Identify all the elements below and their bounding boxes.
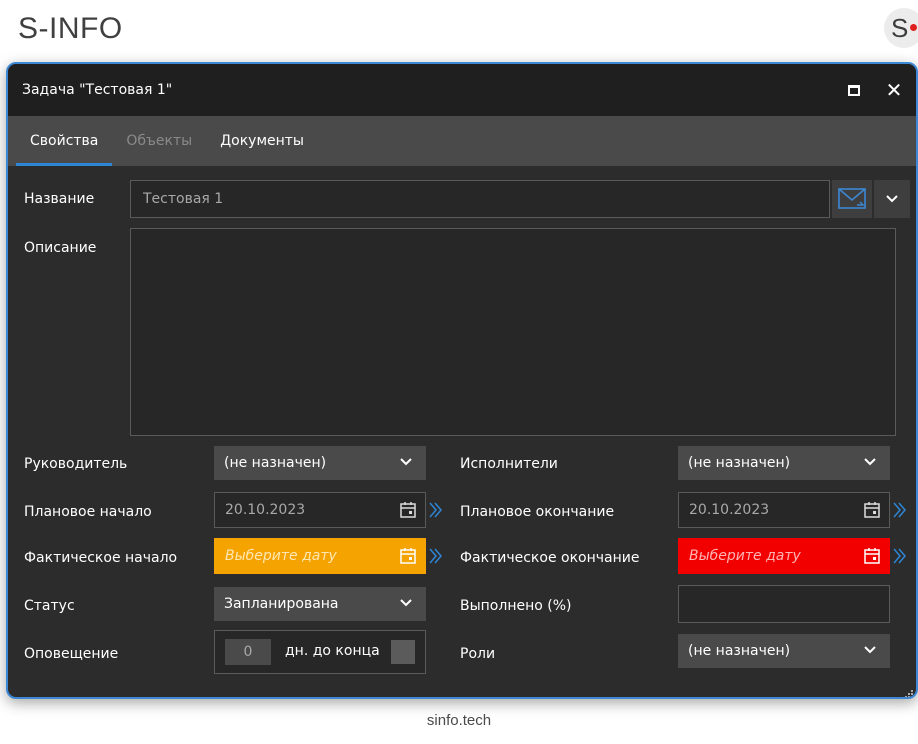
notify-days-input[interactable]: 0 [225,639,271,665]
task-dialog: Задача "Тестовая 1" ✕ Свойства Объекты Д… [6,62,918,699]
tab-documents[interactable]: Документы [206,116,318,166]
roles-label: Роли [460,646,496,662]
manager-select[interactable]: (не назначен) [214,446,426,480]
double-chevron-right-icon[interactable] [892,501,908,519]
calendar-icon[interactable] [863,547,881,565]
actual-start-datepicker[interactable]: Выберите дату [214,538,426,574]
calendar-icon[interactable] [863,501,881,519]
executors-select-value: (не назначен) [688,455,791,471]
dialog-title: Задача "Тестовая 1" [22,82,173,98]
tab-objects[interactable]: Объекты [112,116,206,166]
calendar-icon[interactable] [399,547,417,565]
tab-bar: Свойства Объекты Документы [8,116,916,166]
chevron-down-icon [864,646,876,654]
properties-panel: Название Тестовая 1 Описание Руководител… [8,166,916,698]
roles-select[interactable]: (не назначен) [678,634,890,668]
maximize-icon [848,84,860,96]
actual-start-label: Фактическое начало [24,550,178,566]
description-textarea[interactable] [130,228,896,436]
description-label: Описание [24,240,97,256]
double-chevron-right-icon[interactable] [892,547,908,565]
close-button[interactable]: ✕ [874,64,914,116]
plan-start-value: 20.10.2023 [225,502,306,518]
plan-start-datepicker[interactable]: 20.10.2023 [214,492,426,528]
double-chevron-right-icon[interactable] [428,547,444,565]
plan-start-label: Плановое начало [24,504,152,520]
plan-end-label: Плановое окончание [460,504,615,520]
footer-link[interactable]: sinfo.tech [0,712,918,729]
actual-end-datepicker[interactable]: Выберите дату [678,538,890,574]
executors-label: Исполнители [460,456,558,472]
chevron-down-icon [400,599,412,607]
brand-title: S-INFO [18,12,123,45]
status-label: Статус [24,598,75,614]
name-input[interactable]: Тестовая 1 [130,180,830,218]
roles-select-value: (не назначен) [688,643,791,659]
mail-options-dropdown[interactable] [874,180,910,218]
close-icon: ✕ [885,78,903,102]
envelope-icon [838,188,866,209]
calendar-icon[interactable] [399,501,417,519]
manager-label: Руководитель [24,456,128,472]
tab-properties[interactable]: Свойства [16,116,113,166]
actual-start-placeholder: Выберите дату [225,548,337,564]
done-label: Выполнено (%) [460,598,572,614]
chevron-down-icon [400,458,412,466]
resize-grip-icon[interactable] [905,690,913,698]
send-mail-button[interactable] [832,180,872,218]
notify-label: Оповещение [24,646,119,662]
brand-logo: S [880,6,918,48]
notify-control: 0 дн. до конца [214,630,426,674]
status-select[interactable]: Запланирована [214,587,426,621]
executors-select[interactable]: (не назначен) [678,446,890,480]
manager-select-value: (не назначен) [224,455,327,471]
dialog-titlebar[interactable]: Задача "Тестовая 1" ✕ [8,64,916,116]
done-percent-input[interactable] [678,585,890,623]
logo-dot [910,24,917,31]
plan-end-value: 20.10.2023 [689,502,770,518]
chevron-down-icon [886,195,898,203]
actual-end-placeholder: Выберите дату [689,548,801,564]
notify-checkbox[interactable] [391,640,415,664]
notify-suffix: дн. до конца [285,643,380,659]
plan-end-datepicker[interactable]: 20.10.2023 [678,492,890,528]
maximize-button[interactable] [834,64,874,116]
double-chevron-right-icon[interactable] [428,501,444,519]
status-select-value: Запланирована [224,596,339,612]
chevron-down-icon [864,458,876,466]
name-label: Название [24,191,95,207]
actual-end-label: Фактическое окончание [460,550,640,566]
